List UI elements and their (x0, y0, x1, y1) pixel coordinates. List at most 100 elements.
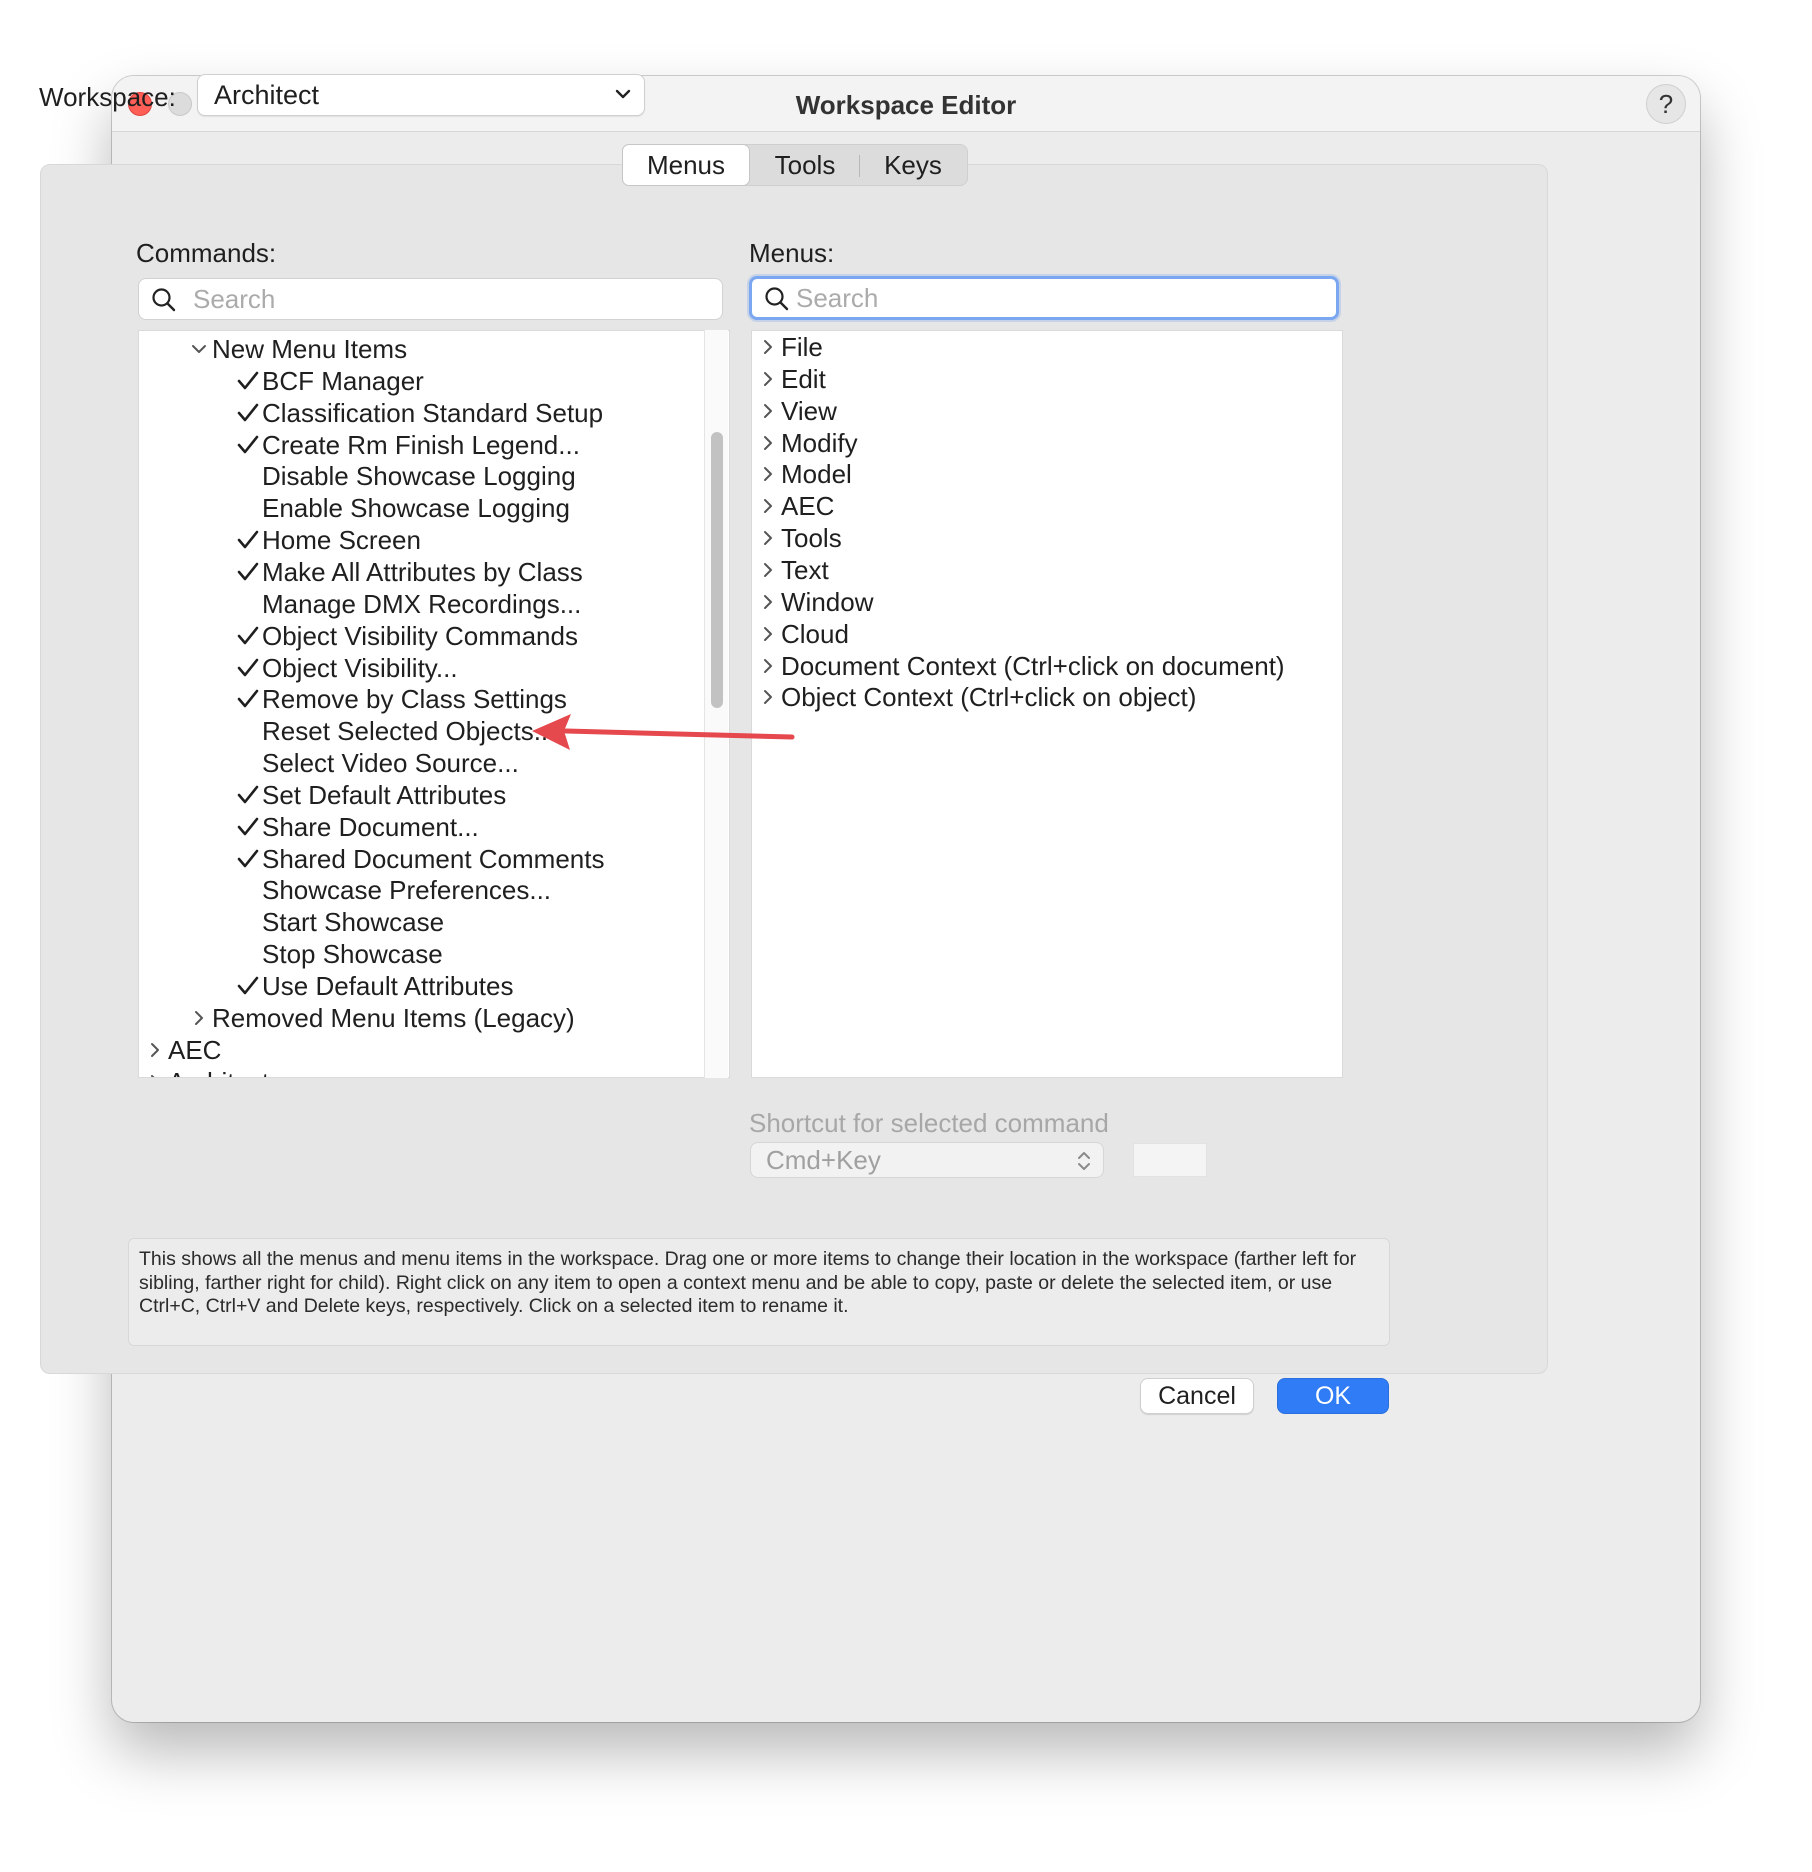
menu-item-label: Text (781, 554, 829, 585)
menu-item-label: Window (781, 586, 874, 617)
menu-item[interactable]: View (752, 395, 1342, 427)
tab-keys[interactable]: Keys (860, 145, 966, 185)
checkmark-icon (237, 658, 259, 676)
tree-item[interactable]: Showcase Preferences... (139, 874, 729, 906)
menu-item-label: Edit (781, 363, 826, 394)
tab-tools[interactable]: Tools (750, 145, 860, 185)
chevron-right-icon[interactable] (760, 658, 776, 674)
cancel-button[interactable]: Cancel (1140, 1378, 1254, 1414)
menu-item-label: Document Context (Ctrl+click on document… (781, 650, 1285, 681)
workspace-select[interactable]: Architect (197, 74, 645, 116)
tree-item-label: Make All Attributes by Class (262, 556, 583, 587)
chevron-down-icon (615, 89, 631, 99)
menus-tree[interactable]: File Edit View Modify Model AEC Tools Text Windo… (751, 330, 1343, 1078)
menu-item[interactable]: Modify (752, 427, 1342, 459)
tree-item-label: Home Screen (262, 525, 421, 556)
tree-item[interactable]: Manage DMX Recordings... (139, 588, 729, 620)
tree-item[interactable]: Object Visibility... (139, 652, 729, 684)
workspace-selected-value: Architect (214, 80, 320, 110)
tree-item[interactable]: Architect (139, 1066, 729, 1078)
menu-item[interactable]: AEC (752, 490, 1342, 522)
chevron-right-icon[interactable] (760, 498, 776, 514)
commands-tree[interactable]: New Menu Items BCF Manager Classification … (138, 330, 730, 1078)
tree-item-label: Object Visibility... (262, 652, 458, 683)
tree-item[interactable]: Set Default Attributes (139, 779, 729, 811)
tree-item[interactable]: Home Screen (139, 524, 729, 556)
menu-item-label: Modify (781, 427, 858, 458)
chevron-right-icon[interactable] (760, 689, 776, 705)
tree-item[interactable]: Share Document... (139, 811, 729, 843)
menus-search-input[interactable] (796, 279, 1328, 317)
checkmark-icon (237, 849, 259, 867)
tree-item-label: Disable Showcase Logging (262, 461, 576, 492)
commands-search-input[interactable] (193, 279, 714, 319)
tree-item-label: Share Document... (262, 811, 479, 842)
help-button[interactable]: ? (1646, 84, 1686, 124)
chevron-right-icon[interactable] (760, 626, 776, 642)
commands-search[interactable] (138, 278, 723, 320)
tree-item-label: Object Visibility Commands (262, 620, 578, 651)
chevron-right-icon[interactable] (760, 530, 776, 546)
menu-item[interactable]: Object Context (Ctrl+click on object) (752, 681, 1342, 713)
chevron-right-icon[interactable] (191, 1010, 207, 1026)
tree-item[interactable]: Select Video Source... (139, 747, 729, 779)
tree-item-label: Create Rm Finish Legend... (262, 429, 580, 460)
menu-item[interactable]: Cloud (752, 618, 1342, 650)
tree-item-label: Use Default Attributes (262, 971, 514, 1001)
menu-item-label: View (781, 395, 837, 426)
chevron-right-icon[interactable] (760, 594, 776, 610)
commands-label: Commands: (136, 238, 277, 268)
search-icon (765, 287, 789, 311)
tree-item[interactable]: Reset Selected Objects... (139, 715, 729, 747)
menu-item[interactable]: Model (752, 458, 1342, 490)
tree-item[interactable]: AEC (139, 1034, 729, 1066)
menu-item[interactable]: Document Context (Ctrl+click on document… (752, 650, 1342, 682)
menu-item[interactable]: File (752, 331, 1342, 363)
tree-item[interactable]: Use Default Attributes (139, 970, 729, 1002)
up-down-chevron-icon (1078, 1152, 1090, 1170)
chevron-right-icon[interactable] (760, 562, 776, 578)
chevron-right-icon[interactable] (760, 371, 776, 387)
menu-item-label: Cloud (781, 618, 849, 649)
shortcut-key-field[interactable] (1133, 1143, 1207, 1177)
menu-item[interactable]: Tools (752, 522, 1342, 554)
tree-item[interactable]: Stop Showcase (139, 938, 729, 970)
tree-item-label: AEC (168, 1034, 222, 1065)
tree-item[interactable]: Start Showcase (139, 906, 729, 938)
checkmark-icon (237, 403, 259, 421)
menus-label: Menus: (749, 238, 835, 268)
tree-item[interactable]: Removed Menu Items (Legacy) (139, 1002, 729, 1034)
chevron-right-icon[interactable] (760, 435, 776, 451)
tree-item[interactable]: Object Visibility Commands (139, 620, 729, 652)
ok-button[interactable]: OK (1277, 1378, 1389, 1414)
tree-item[interactable]: Disable Showcase Logging (139, 460, 729, 492)
chevron-right-icon[interactable] (760, 403, 776, 419)
chevron-right-icon[interactable] (147, 1074, 163, 1078)
menu-item[interactable]: Edit (752, 363, 1342, 395)
tree-item[interactable]: Remove by Class Settings (139, 683, 729, 715)
tree-item[interactable]: Enable Showcase Logging (139, 492, 729, 524)
menu-item[interactable]: Text (752, 554, 1342, 586)
tree-item[interactable]: BCF Manager (139, 365, 729, 397)
tree-item[interactable]: Make All Attributes by Class (139, 556, 729, 588)
tree-item[interactable]: Create Rm Finish Legend... (139, 429, 729, 461)
tree-item[interactable]: New Menu Items (139, 333, 729, 365)
tree-item[interactable]: Shared Document Comments (139, 843, 729, 875)
checkmark-icon (237, 785, 259, 804)
commands-scrollbar[interactable] (704, 330, 728, 1078)
tree-item[interactable]: Classification Standard Setup (139, 397, 729, 429)
tree-item-label: New Menu Items (212, 334, 408, 364)
commands-scroll-thumb[interactable] (711, 432, 723, 708)
chevron-right-icon[interactable] (147, 1042, 163, 1058)
menu-item[interactable]: Window (752, 586, 1342, 618)
menus-search[interactable] (749, 276, 1339, 320)
chevron-right-icon[interactable] (760, 466, 776, 482)
chevron-down-icon[interactable] (191, 341, 207, 357)
shortcut-modifier-value: Cmd+Key (766, 1145, 881, 1175)
shortcut-modifier-select[interactable]: Cmd+Key (750, 1142, 1104, 1178)
tree-item-label: Stop Showcase (262, 939, 443, 970)
checkmark-icon (237, 626, 259, 644)
chevron-right-icon[interactable] (760, 339, 776, 355)
tab-menus[interactable]: Menus (622, 144, 750, 186)
shortcut-label: Shortcut for selected command (749, 1108, 1109, 1138)
